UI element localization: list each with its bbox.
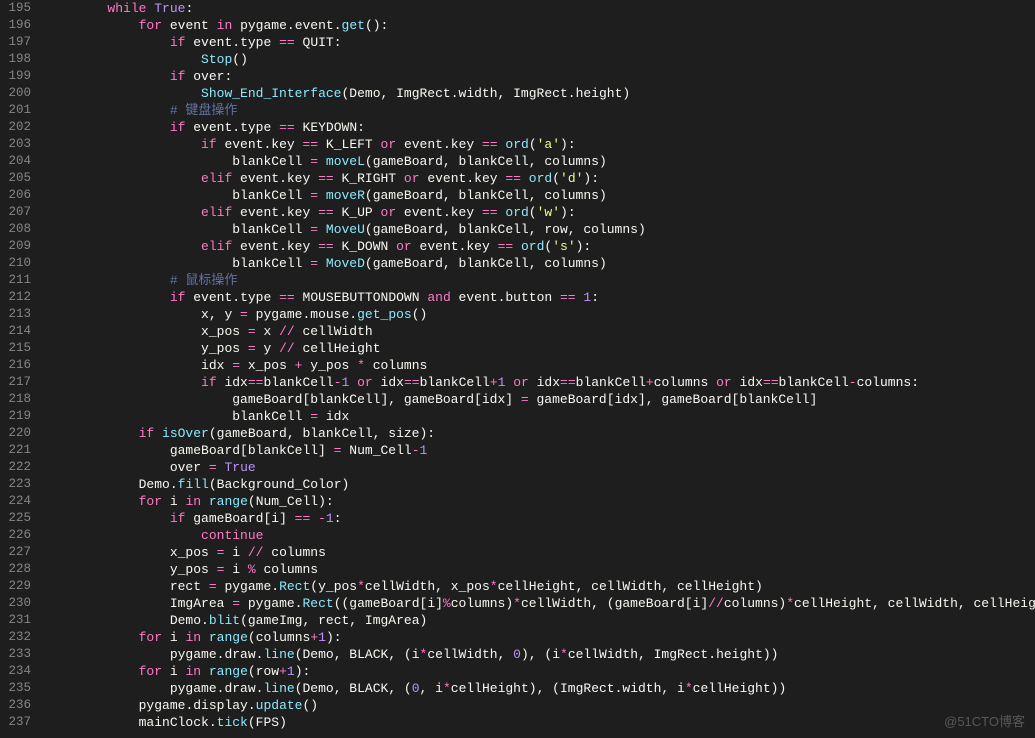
code-line[interactable]: while True: [45, 0, 1035, 17]
code-line[interactable]: elif event.key == K_UP or event.key == o… [45, 204, 1035, 221]
code-line[interactable]: pygame.draw.line(Demo, BLACK, (i*cellWid… [45, 646, 1035, 663]
code-line[interactable]: if event.type == KEYDOWN: [45, 119, 1035, 136]
line-number: 210 [0, 255, 31, 272]
line-number: 225 [0, 510, 31, 527]
code-line[interactable]: if over: [45, 68, 1035, 85]
code-line[interactable]: elif event.key == K_DOWN or event.key ==… [45, 238, 1035, 255]
line-number: 196 [0, 17, 31, 34]
code-line[interactable]: pygame.draw.line(Demo, BLACK, (0, i*cell… [45, 680, 1035, 697]
line-number: 218 [0, 391, 31, 408]
code-line[interactable]: if event.type == QUIT: [45, 34, 1035, 51]
line-number: 233 [0, 646, 31, 663]
line-number: 232 [0, 629, 31, 646]
line-number: 231 [0, 612, 31, 629]
code-line[interactable]: ImgArea = pygame.Rect((gameBoard[i]%colu… [45, 595, 1035, 612]
code-line[interactable]: # 鼠标操作 [45, 272, 1035, 289]
line-number: 221 [0, 442, 31, 459]
code-line[interactable]: x, y = pygame.mouse.get_pos() [45, 306, 1035, 323]
line-number: 230 [0, 595, 31, 612]
line-number: 200 [0, 85, 31, 102]
code-line[interactable]: over = True [45, 459, 1035, 476]
code-line[interactable]: if gameBoard[i] == -1: [45, 510, 1035, 527]
code-line[interactable]: y_pos = i % columns [45, 561, 1035, 578]
line-number: 201 [0, 102, 31, 119]
code-line[interactable]: for event in pygame.event.get(): [45, 17, 1035, 34]
code-content[interactable]: while True: for event in pygame.event.ge… [45, 0, 1035, 738]
line-number: 235 [0, 680, 31, 697]
line-number: 223 [0, 476, 31, 493]
line-number: 217 [0, 374, 31, 391]
line-number: 228 [0, 561, 31, 578]
watermark: @51CTO博客 [944, 713, 1025, 730]
code-line[interactable]: for i in range(row+1): [45, 663, 1035, 680]
line-number: 199 [0, 68, 31, 85]
line-number: 204 [0, 153, 31, 170]
line-number: 226 [0, 527, 31, 544]
line-number: 236 [0, 697, 31, 714]
line-number: 215 [0, 340, 31, 357]
code-line[interactable]: Stop() [45, 51, 1035, 68]
line-number: 234 [0, 663, 31, 680]
code-line[interactable]: Show_End_Interface(Demo, ImgRect.width, … [45, 85, 1035, 102]
code-line[interactable]: mainClock.tick(FPS) [45, 714, 1035, 731]
code-line[interactable]: for i in range(columns+1): [45, 629, 1035, 646]
line-number: 213 [0, 306, 31, 323]
code-line[interactable]: if idx==blankCell-1 or idx==blankCell+1 … [45, 374, 1035, 391]
line-number: 202 [0, 119, 31, 136]
code-line[interactable]: continue [45, 527, 1035, 544]
line-number: 207 [0, 204, 31, 221]
code-line[interactable]: elif event.key == K_RIGHT or event.key =… [45, 170, 1035, 187]
code-line[interactable]: gameBoard[blankCell] = Num_Cell-1 [45, 442, 1035, 459]
line-number: 216 [0, 357, 31, 374]
code-line[interactable]: Demo.blit(gameImg, rect, ImgArea) [45, 612, 1035, 629]
code-line[interactable]: for i in range(Num_Cell): [45, 493, 1035, 510]
code-line[interactable]: blankCell = moveL(gameBoard, blankCell, … [45, 153, 1035, 170]
line-number: 212 [0, 289, 31, 306]
code-line[interactable]: # 键盘操作 [45, 102, 1035, 119]
line-number: 222 [0, 459, 31, 476]
line-number: 208 [0, 221, 31, 238]
line-number-gutter: 1951961971981992002012022032042052062072… [0, 0, 45, 738]
code-editor[interactable]: 1951961971981992002012022032042052062072… [0, 0, 1035, 738]
line-number: 211 [0, 272, 31, 289]
line-number: 227 [0, 544, 31, 561]
code-line[interactable]: idx = x_pos + y_pos * columns [45, 357, 1035, 374]
code-line[interactable]: if event.key == K_LEFT or event.key == o… [45, 136, 1035, 153]
code-line[interactable]: rect = pygame.Rect(y_pos*cellWidth, x_po… [45, 578, 1035, 595]
line-number: 195 [0, 0, 31, 17]
code-line[interactable]: blankCell = MoveU(gameBoard, blankCell, … [45, 221, 1035, 238]
line-number: 206 [0, 187, 31, 204]
code-line[interactable]: x_pos = i // columns [45, 544, 1035, 561]
line-number: 219 [0, 408, 31, 425]
code-line[interactable]: Demo.fill(Background_Color) [45, 476, 1035, 493]
line-number: 220 [0, 425, 31, 442]
code-line[interactable]: pygame.display.update() [45, 697, 1035, 714]
line-number: 205 [0, 170, 31, 187]
code-line[interactable]: gameBoard[blankCell], gameBoard[idx] = g… [45, 391, 1035, 408]
line-number: 237 [0, 714, 31, 731]
line-number: 198 [0, 51, 31, 68]
line-number: 214 [0, 323, 31, 340]
code-line[interactable]: blankCell = MoveD(gameBoard, blankCell, … [45, 255, 1035, 272]
line-number: 229 [0, 578, 31, 595]
code-line[interactable]: if isOver(gameBoard, blankCell, size): [45, 425, 1035, 442]
line-number: 203 [0, 136, 31, 153]
line-number: 197 [0, 34, 31, 51]
code-line[interactable]: blankCell = idx [45, 408, 1035, 425]
code-line[interactable]: if event.type == MOUSEBUTTONDOWN and eve… [45, 289, 1035, 306]
line-number: 224 [0, 493, 31, 510]
code-line[interactable]: y_pos = y // cellHeight [45, 340, 1035, 357]
line-number: 209 [0, 238, 31, 255]
code-line[interactable]: blankCell = moveR(gameBoard, blankCell, … [45, 187, 1035, 204]
code-line[interactable]: x_pos = x // cellWidth [45, 323, 1035, 340]
